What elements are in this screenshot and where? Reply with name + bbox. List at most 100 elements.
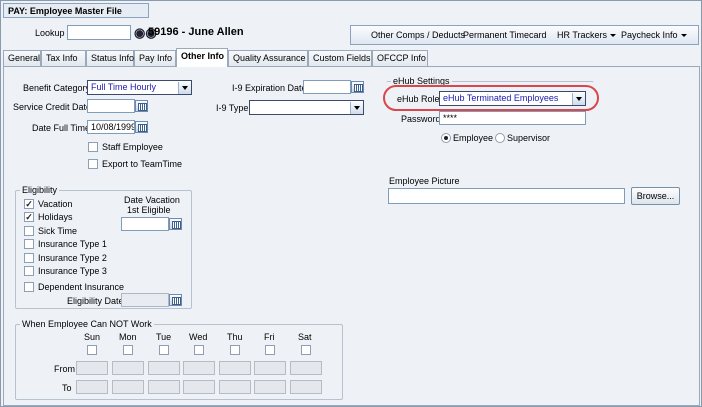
- sick-time-checkbox[interactable]: [24, 226, 34, 236]
- ehub-role-label: eHub Role: [397, 94, 440, 104]
- employee-picture-label: Employee Picture: [389, 176, 460, 186]
- tab-custom-fields[interactable]: Custom Fields: [308, 50, 372, 66]
- benefit-category-select[interactable]: Full Time Hourly: [87, 80, 192, 95]
- sun-from-input[interactable]: [76, 361, 108, 375]
- mon-to-input[interactable]: [112, 380, 144, 394]
- staff-employee-label: Staff Employee: [102, 142, 163, 152]
- sick-time-label: Sick Time: [38, 226, 78, 236]
- insurance-type-1-label: Insurance Type 1: [38, 239, 107, 249]
- day-label-wed: Wed: [189, 332, 208, 342]
- insurance-type-2-checkbox[interactable]: [24, 253, 34, 263]
- thu-from-input[interactable]: [219, 361, 251, 375]
- export-teamtime-checkbox[interactable]: [88, 159, 98, 169]
- sat-from-input[interactable]: [290, 361, 322, 375]
- sat-checkbox[interactable]: [301, 345, 311, 355]
- i9-expiration-label: I-9 Expiration Date: [232, 83, 307, 93]
- service-credit-label: Service Credit Date: [13, 102, 92, 112]
- date-vacation-label: Date Vacation: [124, 195, 180, 205]
- wed-checkbox[interactable]: [194, 345, 204, 355]
- date-full-time-input[interactable]: 10/08/1999: [87, 120, 135, 134]
- picture-path-input[interactable]: [388, 188, 625, 204]
- tab-tax-info[interactable]: Tax Info: [41, 50, 86, 66]
- day-label-tue: Tue: [156, 332, 172, 342]
- action-toolbar: Other Comps / Deducts Permanent Timecard…: [350, 25, 699, 45]
- fri-from-input[interactable]: [254, 361, 286, 375]
- tab-pay-info[interactable]: Pay Info: [134, 50, 176, 66]
- lookup-label: Lookup: [35, 28, 65, 38]
- employee-radio[interactable]: [441, 133, 451, 143]
- supervisor-radio[interactable]: [495, 133, 505, 143]
- service-credit-input[interactable]: [87, 99, 135, 113]
- chevron-down-icon[interactable]: [572, 93, 585, 105]
- hr-trackers-menu[interactable]: HR Trackers: [557, 30, 617, 40]
- tab-status-info[interactable]: Status Info: [86, 50, 134, 66]
- insurance-type-2-label: Insurance Type 2: [38, 253, 107, 263]
- chevron-down-icon[interactable]: [350, 102, 363, 114]
- insurance-type-3-checkbox[interactable]: [24, 266, 34, 276]
- permanent-timecard-button[interactable]: Permanent Timecard: [463, 30, 547, 40]
- other-comps-button[interactable]: Other Comps / Deducts: [371, 30, 465, 40]
- staff-employee-checkbox[interactable]: [88, 142, 98, 152]
- chevron-down-icon: [610, 34, 617, 38]
- ehub-role-select[interactable]: eHub Terminated Employees: [439, 91, 586, 106]
- tab-quality-assurance[interactable]: Quality Assurance: [228, 50, 308, 66]
- tab-other-info[interactable]: Other Info: [176, 48, 228, 67]
- chevron-down-icon: [680, 34, 687, 38]
- calendar-icon[interactable]: [351, 81, 364, 93]
- password-label: Password: [401, 114, 441, 124]
- wed-to-input[interactable]: [183, 380, 215, 394]
- day-label-mon: Mon: [119, 332, 137, 342]
- date-vacation-label-2: 1st Eligible: [127, 205, 171, 215]
- tue-to-input[interactable]: [148, 380, 180, 394]
- supervisor-radio-label: Supervisor: [507, 133, 551, 143]
- wed-from-input[interactable]: [183, 361, 215, 375]
- benefit-category-label: Benefit Category: [23, 83, 91, 93]
- holidays-label: Holidays: [38, 212, 73, 222]
- sat-to-input[interactable]: [290, 380, 322, 394]
- thu-to-input[interactable]: [219, 380, 251, 394]
- day-label-sun: Sun: [84, 332, 101, 342]
- tue-from-input[interactable]: [148, 361, 180, 375]
- employee-display: 59196 - June Allen: [148, 26, 244, 38]
- thu-checkbox[interactable]: [230, 345, 240, 355]
- calendar-icon[interactable]: [135, 100, 148, 112]
- from-label: From: [54, 364, 75, 374]
- lookup-input[interactable]: [67, 25, 131, 40]
- mon-checkbox[interactable]: [123, 345, 133, 355]
- i9-expiration-input[interactable]: [303, 80, 351, 94]
- fri-checkbox[interactable]: [265, 345, 275, 355]
- eligibility-date-label: Eligibility Date: [67, 296, 124, 306]
- day-label-thu: Thu: [227, 332, 243, 342]
- tab-general[interactable]: General: [3, 50, 41, 66]
- sun-to-input[interactable]: [76, 380, 108, 394]
- dependent-insurance-label: Dependent Insurance: [38, 282, 125, 292]
- password-input[interactable]: ****: [439, 111, 586, 125]
- dependent-insurance-checkbox[interactable]: [24, 282, 34, 292]
- export-teamtime-label: Export to TeamTime: [102, 159, 183, 169]
- sun-checkbox[interactable]: [87, 345, 97, 355]
- cannot-work-title: When Employee Can NOT Work: [20, 319, 154, 329]
- eligibility-title: Eligibility: [20, 185, 60, 195]
- vacation-label: Vacation: [38, 199, 73, 209]
- calendar-icon[interactable]: [169, 218, 182, 230]
- vacation-checkbox[interactable]: ✓: [24, 199, 34, 209]
- fri-to-input[interactable]: [254, 380, 286, 394]
- to-label: To: [62, 383, 72, 393]
- calendar-icon[interactable]: [169, 294, 182, 306]
- holidays-checkbox[interactable]: ✓: [24, 212, 34, 222]
- date-vacation-input[interactable]: [121, 217, 169, 231]
- tab-ofccp-info[interactable]: OFCCP Info: [372, 50, 428, 66]
- browse-button[interactable]: Browse...: [631, 187, 680, 205]
- mon-from-input[interactable]: [112, 361, 144, 375]
- day-label-fri: Fri: [264, 332, 275, 342]
- paycheck-info-menu[interactable]: Paycheck Info: [621, 30, 687, 40]
- eligibility-date-input[interactable]: [121, 293, 169, 307]
- insurance-type-3-label: Insurance Type 3: [38, 266, 107, 276]
- i9-type-label: I-9 Type: [216, 103, 249, 113]
- insurance-type-1-checkbox[interactable]: [24, 239, 34, 249]
- calendar-icon[interactable]: [135, 121, 148, 133]
- i9-type-select[interactable]: [249, 100, 364, 115]
- employee-radio-label: Employee: [453, 133, 494, 143]
- chevron-down-icon[interactable]: [178, 82, 191, 94]
- tue-checkbox[interactable]: [159, 345, 169, 355]
